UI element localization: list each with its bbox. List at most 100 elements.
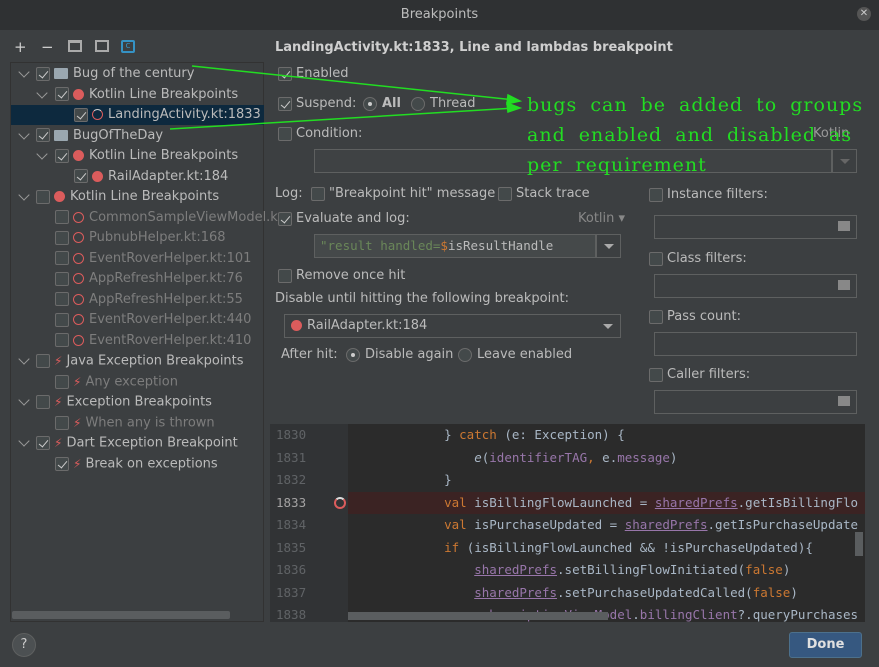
tree-item-checkbox[interactable] (74, 169, 88, 183)
remove-breakpoint-button[interactable]: − (41, 38, 54, 56)
editor-vertical-scrollbar[interactable] (855, 532, 863, 556)
tree-item-checkbox[interactable] (55, 374, 69, 389)
folder-icon[interactable] (838, 280, 850, 290)
group-icon[interactable] (68, 40, 82, 52)
export-icon[interactable]: c (121, 40, 135, 53)
editor-horizontal-scrollbar[interactable] (348, 612, 608, 620)
code-line: 1831 e(identifierTAG, e.message) (270, 447, 865, 470)
tree-item-label: Any exception (85, 374, 178, 389)
tree-item-checkbox[interactable] (55, 292, 69, 306)
evaluate-and-log-checkbox[interactable]: Evaluate and log: (278, 211, 410, 226)
after-hit-label: After hit: (281, 347, 338, 362)
chevron-down-icon[interactable] (36, 86, 48, 99)
instance-filters-input[interactable] (654, 215, 857, 239)
breakpoint-icon (54, 191, 65, 202)
evaluate-expression-input[interactable]: "result handled=$isResultHandle (314, 234, 596, 258)
breakpoint-tree[interactable]: Bug of the century Kotlin Line Breakpoint… (10, 62, 278, 622)
chevron-down-icon[interactable] (18, 127, 30, 140)
disabled-breakpoint-icon (73, 334, 84, 346)
tree-item-checkbox[interactable] (36, 128, 50, 142)
tree-item-checkbox[interactable] (55, 230, 69, 245)
done-button[interactable]: Done (789, 632, 862, 658)
chevron-down-icon[interactable] (18, 66, 30, 78)
pass-count-input[interactable] (654, 332, 857, 356)
code-text: } catch (e: Exception) { (414, 427, 625, 442)
annotation-text: bugs can be added to groups and enabled a… (527, 94, 864, 176)
class-filters-checkbox[interactable]: Class filters: (649, 251, 747, 266)
caller-filters-input[interactable] (654, 390, 857, 414)
class-filters-input[interactable] (654, 274, 857, 298)
exception-breakpoint-icon: ⚡ (73, 374, 82, 389)
breakpoint-hit-message-checkbox[interactable]: "Breakpoint hit" message (311, 186, 495, 201)
disabled-breakpoint-icon (73, 293, 84, 305)
tree-item-checkbox[interactable] (55, 210, 69, 224)
code-text: val isBillingFlowLaunched = sharedPrefs.… (444, 494, 859, 510)
tree-item-checkbox[interactable] (74, 107, 88, 122)
tree-item-checkbox[interactable] (36, 189, 50, 204)
chevron-down-icon[interactable] (36, 148, 48, 160)
tree-item-checkbox[interactable] (36, 395, 50, 409)
code-text: e(identifierTAG, e.message) (474, 449, 678, 465)
tree-item-checkbox[interactable] (55, 87, 69, 101)
disable-again-radio[interactable]: Disable again (346, 347, 453, 362)
code-line: 1833 val isBillingFlowLaunched = sharedP… (270, 491, 865, 514)
pass-count-checkbox[interactable]: Pass count: (649, 309, 741, 324)
eval-history-button[interactable] (596, 234, 621, 258)
tree-item-label: RailAdapter.kt:184 (108, 168, 229, 184)
tree-scrollbar[interactable] (12, 611, 230, 619)
line-number: 1838 (276, 607, 307, 622)
log-breakpoint-icon (92, 109, 103, 120)
remove-once-hit-checkbox[interactable]: Remove once hit (278, 268, 405, 283)
tree-item-checkbox[interactable] (55, 251, 69, 265)
leave-enabled-radio[interactable]: Leave enabled (458, 347, 572, 362)
disabled-breakpoint-icon (73, 232, 84, 243)
code-text: sharedPrefs.setPurchaseUpdatedCalled(fal… (474, 584, 798, 600)
condition-checkbox[interactable]: Condition: (278, 126, 362, 141)
folder-icon[interactable] (838, 396, 850, 406)
line-number: 1832 (276, 472, 307, 487)
disabled-breakpoint-icon (73, 314, 84, 325)
tree-item-label: Kotlin Line Breakpoints (89, 148, 239, 163)
disable-until-select[interactable]: RailAdapter.kt:184 (284, 314, 621, 338)
tree-item-checkbox[interactable] (36, 66, 50, 81)
chevron-down-icon[interactable] (18, 353, 30, 365)
eval-language-select[interactable]: Kotlin ▾ (578, 211, 625, 226)
tree-item-checkbox[interactable] (55, 148, 69, 163)
suspend-thread-radio[interactable]: Thread (411, 96, 475, 111)
tree-item-checkbox[interactable] (55, 333, 69, 347)
chevron-down-icon[interactable] (18, 394, 30, 406)
folder-icon (54, 129, 68, 141)
tree-item-label: Dart Exception Breakpoint (66, 435, 238, 451)
help-button[interactable]: ? (12, 633, 36, 657)
breakpoint-icon (73, 88, 84, 100)
group-file-icon[interactable] (95, 40, 109, 52)
tree-item-checkbox[interactable] (55, 415, 69, 430)
stack-trace-checkbox[interactable]: Stack trace (498, 186, 590, 201)
close-icon[interactable]: ✕ (857, 7, 871, 21)
instance-filters-checkbox[interactable]: Instance filters: (649, 187, 768, 202)
breakpoint-icon (92, 170, 103, 182)
line-number: 1835 (276, 539, 307, 555)
arrowhead (506, 93, 523, 105)
tree-item-label: AppRefreshHelper.kt:76 (89, 271, 243, 286)
chevron-down-icon[interactable] (18, 435, 30, 447)
breakpoint-heading: LandingActivity.kt:1833, Line and lambda… (275, 40, 673, 55)
tree-item-checkbox[interactable] (36, 354, 50, 368)
tree-item-checkbox[interactable] (36, 436, 50, 450)
tree-item-checkbox[interactable] (55, 271, 69, 286)
tree-item-checkbox[interactable] (55, 312, 69, 327)
suspend-checkbox[interactable]: Suspend: (278, 96, 356, 111)
folder-icon[interactable] (838, 221, 850, 231)
tree-item[interactable]: LandingActivity.kt:1833 (11, 105, 264, 125)
tree-item-label: EventRoverHelper.kt:410 (89, 332, 252, 348)
suspend-all-radio[interactable]: All (363, 96, 401, 111)
add-breakpoint-button[interactable]: + (14, 38, 27, 56)
tree-item-checkbox[interactable] (55, 456, 69, 471)
tree-item-label: Java Exception Breakpoints (66, 353, 244, 369)
tree-item-label: CommonSampleViewModel.k (89, 209, 278, 225)
caller-filters-checkbox[interactable]: Caller filters: (649, 367, 750, 382)
exception-breakpoint-icon: ⚡ (54, 436, 63, 450)
enabled-checkbox[interactable]: Enabled (278, 66, 349, 81)
log-breakpoint-icon[interactable] (334, 496, 346, 509)
chevron-down-icon[interactable] (18, 189, 30, 201)
